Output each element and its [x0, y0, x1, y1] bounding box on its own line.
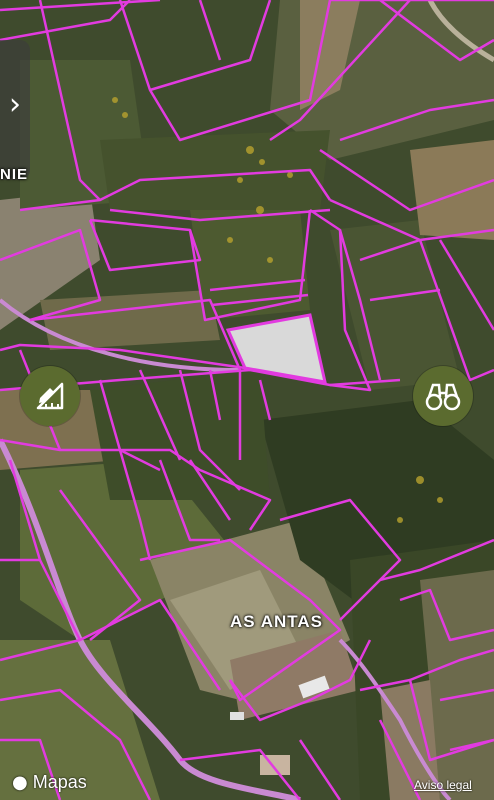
attribution: ● Mapas — [12, 772, 87, 793]
place-label: AS ANTAS — [230, 612, 323, 631]
map-view[interactable]: › NIE AS ANTAS ● Mapas Aviso legal — [0, 0, 494, 800]
attribution-text: Mapas — [32, 772, 87, 792]
pencil-ruler-icon — [36, 382, 64, 410]
explore-button[interactable] — [413, 366, 473, 426]
edit-measure-button[interactable] — [20, 366, 80, 426]
apple-logo-icon: ● — [12, 772, 28, 793]
partial-place-label: NIE — [0, 166, 29, 183]
legal-notice-link[interactable]: Aviso legal — [414, 778, 472, 792]
sidebar-toggle[interactable]: › — [0, 40, 30, 180]
binoculars-icon — [425, 383, 461, 411]
chevron-right-icon: › — [9, 87, 21, 122]
